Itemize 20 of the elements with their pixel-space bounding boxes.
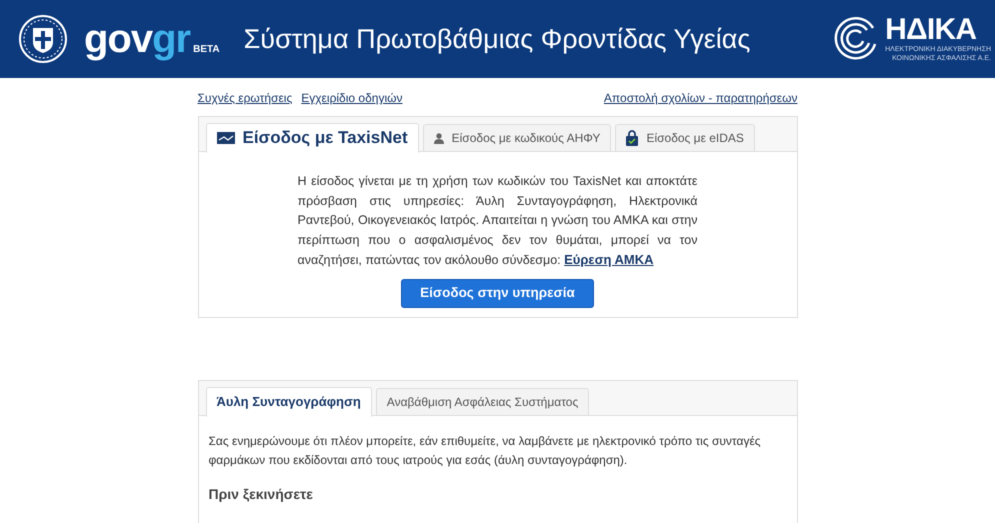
tab[interactable]: Αναβάθμιση Ασφάλειας Συστήματος: [376, 388, 590, 416]
info-text: Σας ενημερώνουμε ότι πλέον μπορείτε, εάν επιθυμείτε, να λαμβάνετε με ηλεκτρονικό τρόπο τις συνταγές φαρμάκων που εκδίδονται από τους ιατρούς για εσάς (άυλη συνταγογράφηση).: [208, 433, 762, 469]
emblem-icon: [18, 14, 68, 64]
amka-link[interactable]: Εύρεση ΑΜΚΑ: [564, 252, 654, 267]
section-heading: Πριν ξεκινήσετε: [208, 485, 314, 504]
tab[interactable]: Είσοδος με κωδικούς ΑΗΦΥ: [422, 124, 612, 152]
login-button[interactable]: Είσοδος στην υπηρεσία: [401, 278, 594, 308]
tab[interactable]: Άυλη Συνταγογράφηση: [206, 387, 372, 417]
nav-link[interactable]: Αποστολή σχολίων - παρατηρήσεων: [604, 89, 798, 116]
login-description: Η είσοδος γίνεται με τη χρήση των κωδικών του TaxisNet και αποκτάτε πρόσβαση στις υπηρεσίες: Άυλη Συνταγογράφηση, Ηλεκτρονικά Ραντεβού, Οικογενειακός Ιατρός. Απαιτείται η γνώση του ΑΜΚΑ και στην περίπτωση που ο ασφαλισμένος δεν τον θυμάται, μπορεί να τον αναζητήσει, πατώντας τον ακόλουθο σύνδεσμο: Εύρεση ΑΜΚΑ: [298, 173, 698, 269]
partner-name: ΗΔΙΚΑ: [885, 15, 978, 45]
user-icon: [434, 132, 444, 144]
nav-link[interactable]: Συχνές ερωτήσεις: [198, 89, 292, 116]
tab[interactable]: Είσοδος με TaxisNet: [206, 123, 419, 153]
nav-link[interactable]: Εγχειρίδιο οδηγιών: [301, 89, 402, 116]
card-icon: [216, 132, 234, 144]
govgr-logo: govgr BETA: [84, 19, 220, 59]
tab[interactable]: Είσοδος με eIDAS: [615, 124, 755, 152]
lock-icon: [626, 130, 638, 146]
site-title: Σύστημα Πρωτοβάθμιας Φροντίδας Υγείας: [244, 22, 750, 56]
